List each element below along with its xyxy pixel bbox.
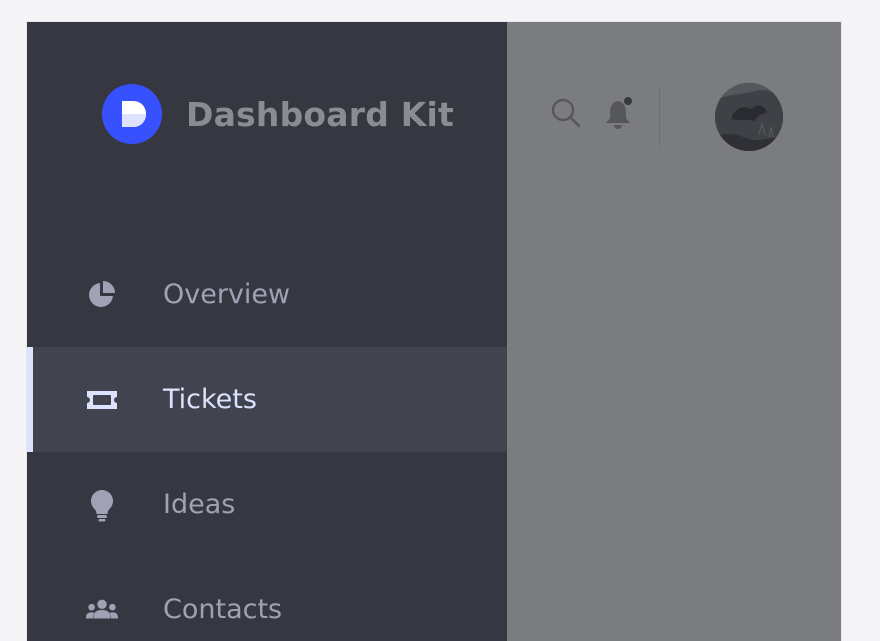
brand-logo-icon (102, 84, 162, 144)
sidebar-item-label: Contacts (163, 594, 283, 625)
brand[interactable]: Dashboard Kit (102, 83, 454, 145)
active-indicator (27, 347, 33, 452)
notifications-button[interactable] (602, 95, 638, 135)
sidebar-item-label: Overview (163, 279, 291, 310)
sidebar: Dashboard Kit Overview Tickets Ideas Con… (27, 22, 507, 641)
sidebar-nav: Overview Tickets Ideas Contacts (27, 242, 507, 641)
sidebar-item-label: Tickets (163, 384, 257, 415)
user-avatar[interactable] (715, 83, 783, 151)
search-icon (550, 97, 582, 133)
sidebar-item-contacts[interactable]: Contacts (27, 557, 507, 641)
users-icon (85, 593, 119, 627)
ticket-icon (85, 383, 119, 417)
sidebar-item-overview[interactable]: Overview (27, 242, 507, 347)
header-divider (659, 88, 660, 146)
bell-icon (603, 95, 637, 135)
sidebar-item-ideas[interactable]: Ideas (27, 452, 507, 557)
app-title: Dashboard Kit (186, 94, 455, 134)
lightbulb-icon (85, 488, 119, 522)
pie-chart-icon (85, 278, 119, 312)
search-button[interactable] (549, 98, 583, 132)
sidebar-item-label: Ideas (163, 489, 236, 520)
sidebar-item-tickets[interactable]: Tickets (27, 347, 507, 452)
app-window: Dashboard Kit Overview Tickets Ideas Con… (27, 22, 841, 641)
